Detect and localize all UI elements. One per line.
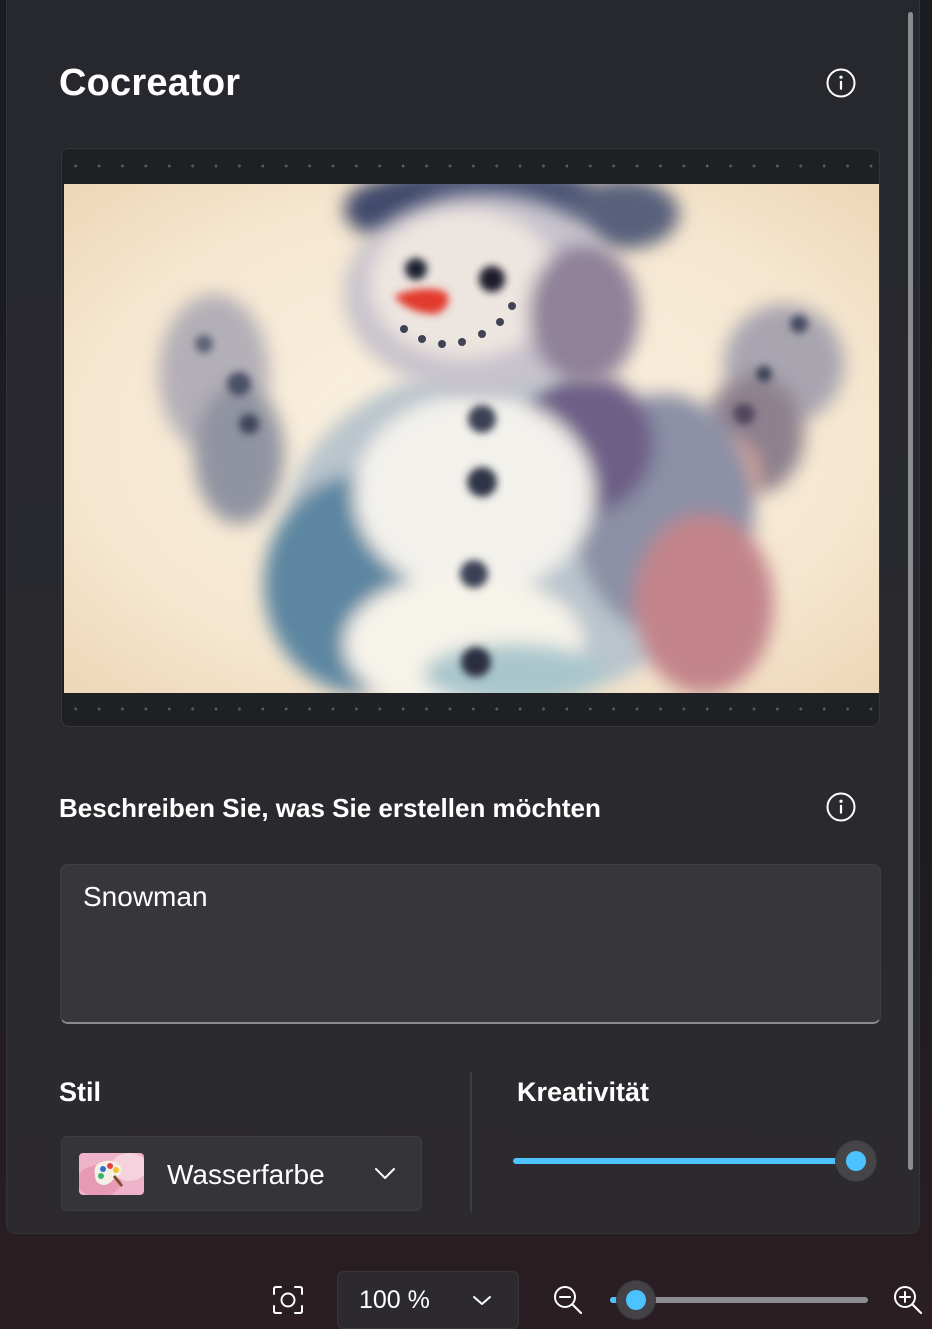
zoom-dropdown-value: 100 % [359,1286,430,1314]
chevron-down-icon [375,1168,395,1179]
generated-image[interactable] [64,184,879,693]
info-icon[interactable] [826,68,856,98]
panel-title: Cocreator [59,62,241,104]
style-dropdown-value: Wasserfarbe [167,1159,325,1190]
section-divider [470,1072,472,1212]
style-label: Stil [59,1077,102,1107]
frame-dots-top [62,149,879,183]
screenshot-fit-icon[interactable] [272,1285,304,1315]
prompt-input-value: Snowman [83,881,208,912]
style-thumbnail [79,1153,144,1195]
panel-scrollbar[interactable] [908,12,913,1170]
style-dropdown[interactable]: Wasserfarbe [61,1136,422,1211]
prompt-label: Beschreiben Sie, was Sie erstellen möcht… [59,793,601,823]
frame-dots-bottom [62,692,879,726]
generated-image-frame [61,148,880,727]
zoom-dropdown[interactable]: 100 % [337,1271,519,1329]
chevron-down-icon [473,1296,491,1305]
creativity-label: Kreativität [517,1077,650,1107]
zoom-out-icon[interactable] [552,1284,584,1316]
snowman-artwork [64,184,879,693]
zoom-slider-thumb[interactable] [617,1281,655,1319]
prompt-input[interactable]: Snowman [60,864,881,1024]
creativity-slider-track[interactable] [513,1158,853,1164]
cocreator-panel: Cocreator Beschreiben Sie, was Sie erste… [6,0,920,1234]
zoom-in-icon[interactable] [892,1284,924,1316]
info-icon[interactable] [826,792,856,822]
creativity-slider-thumb[interactable] [836,1141,876,1181]
